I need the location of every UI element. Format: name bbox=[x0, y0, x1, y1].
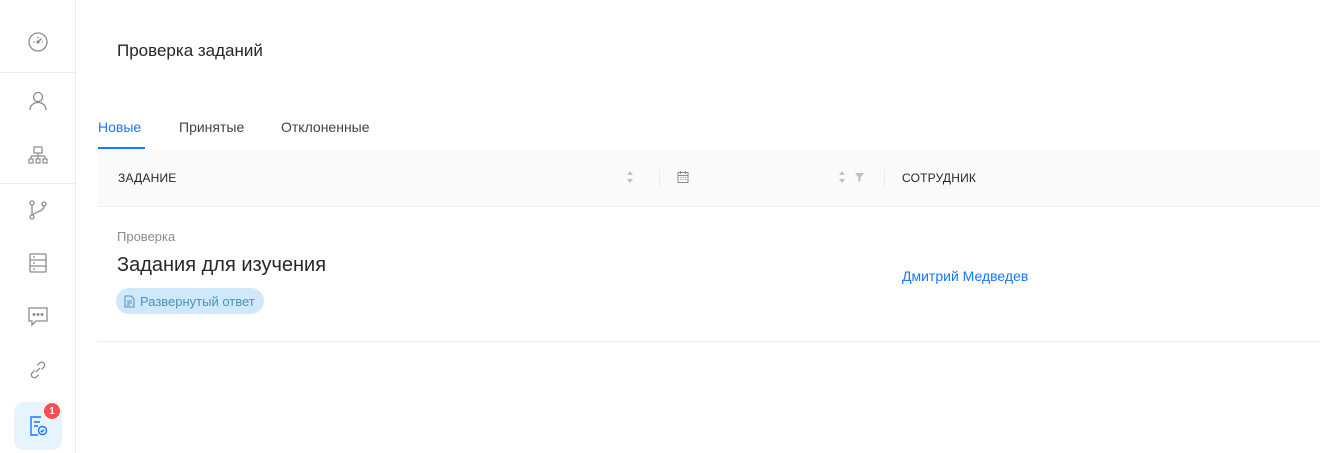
sidebar-divider bbox=[0, 72, 75, 73]
sidebar-item-task-review[interactable]: 1 bbox=[14, 402, 62, 450]
column-header-task[interactable]: Задание bbox=[118, 171, 176, 185]
sidebar-item-branches[interactable] bbox=[14, 186, 62, 234]
tab-new[interactable]: Новые bbox=[98, 119, 141, 135]
task-type-label: Развернутый ответ bbox=[140, 293, 255, 309]
table-header: Задание Сотрудник bbox=[98, 150, 1320, 207]
chat-icon bbox=[28, 307, 48, 327]
calendar-icon bbox=[677, 171, 689, 183]
sidebar-item-links[interactable] bbox=[14, 346, 62, 394]
database-icon bbox=[29, 253, 47, 273]
filter-icon[interactable] bbox=[854, 170, 865, 184]
sidebar-item-chat[interactable] bbox=[14, 292, 62, 340]
task-category: Проверка bbox=[117, 229, 176, 244]
link-icon bbox=[30, 361, 46, 379]
page-title: Проверка заданий bbox=[117, 41, 263, 60]
sidebar-item-users[interactable] bbox=[14, 77, 62, 125]
column-header-employee: Сотрудник bbox=[902, 171, 977, 185]
user-icon bbox=[29, 91, 47, 111]
column-separator bbox=[659, 169, 660, 187]
tab-active-indicator bbox=[98, 147, 145, 149]
org-structure-icon bbox=[28, 146, 48, 164]
tab-accepted[interactable]: Принятые bbox=[179, 119, 244, 135]
sidebar-item-structure[interactable] bbox=[14, 132, 62, 180]
task-title[interactable]: Задания для изучения bbox=[117, 254, 326, 277]
document-icon bbox=[124, 295, 135, 307]
sidebar: 1 bbox=[0, 0, 76, 453]
sidebar-divider bbox=[0, 183, 75, 184]
tab-rejected[interactable]: Отклоненные bbox=[281, 119, 370, 135]
notification-badge: 1 bbox=[43, 402, 61, 420]
sidebar-item-dashboard[interactable] bbox=[14, 18, 62, 66]
sort-icon[interactable] bbox=[838, 170, 846, 184]
dashboard-icon bbox=[28, 32, 48, 52]
employee-link[interactable]: Дмитрий Медведев bbox=[902, 268, 1028, 284]
column-separator bbox=[884, 169, 885, 187]
table-row[interactable]: Проверка Задания для изучения Развернуты… bbox=[98, 207, 1320, 342]
task-type-tag: Развернутый ответ bbox=[116, 288, 264, 314]
sidebar-item-database[interactable] bbox=[14, 239, 62, 287]
branch-icon bbox=[29, 200, 47, 220]
sort-icon[interactable] bbox=[626, 170, 634, 184]
